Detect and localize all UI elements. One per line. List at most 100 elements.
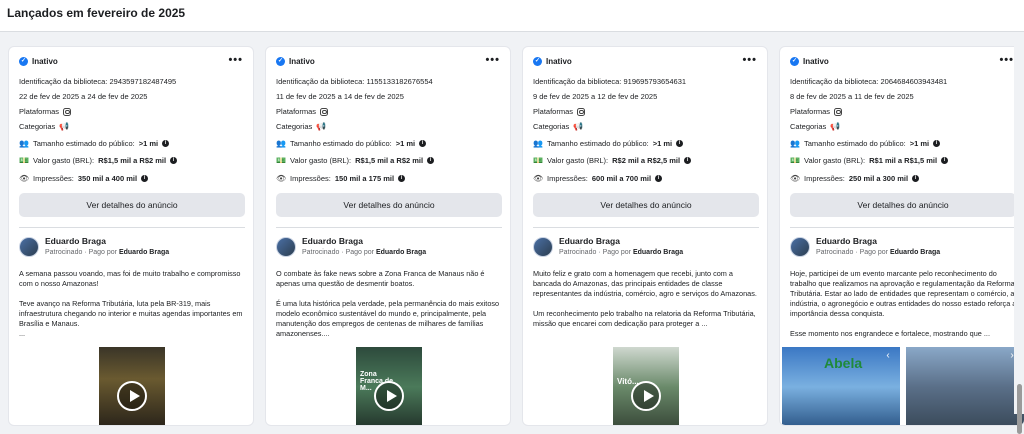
people-icon: 👥 bbox=[790, 139, 800, 148]
categories-row: Categorias 📢 bbox=[533, 122, 584, 131]
impressions-row: 👁 Impressões: 250 mil a 300 mil i bbox=[790, 174, 920, 183]
info-icon[interactable]: i bbox=[941, 157, 949, 164]
sponsored-line: Patrocinado · Pago por Eduardo Braga bbox=[816, 249, 941, 256]
ad-text: Muito feliz e grato com a homenagem que … bbox=[533, 269, 757, 328]
money-icon: 💵 bbox=[276, 156, 286, 165]
date-range: 9 de fev de 2025 a 12 de fev de 2025 bbox=[533, 92, 658, 101]
megaphone-icon: 📢 bbox=[573, 122, 584, 131]
ad-image[interactable]: › bbox=[906, 347, 1024, 425]
eye-icon: 👁 bbox=[276, 174, 287, 183]
people-icon: 👥 bbox=[533, 139, 543, 148]
instagram-icon bbox=[320, 107, 329, 116]
scrollbar[interactable] bbox=[1014, 32, 1024, 434]
library-id: Identificação da biblioteca: 11551331826… bbox=[276, 77, 433, 86]
megaphone-icon: 📢 bbox=[316, 122, 327, 131]
verified-check-icon: ✓ bbox=[790, 57, 799, 66]
instagram-icon bbox=[63, 107, 72, 116]
view-ad-details-button[interactable]: Ver detalhes do anúncio bbox=[533, 193, 759, 217]
audience-row: 👥 Tamanho estimado do público: >1 mi i bbox=[19, 139, 170, 148]
people-icon: 👥 bbox=[19, 139, 29, 148]
money-icon: 💵 bbox=[790, 156, 800, 165]
categories-row: Categorias 📢 bbox=[19, 122, 70, 131]
megaphone-icon: 📢 bbox=[59, 122, 70, 131]
info-icon[interactable]: i bbox=[912, 175, 920, 182]
instagram-icon bbox=[577, 107, 586, 116]
avatar[interactable] bbox=[19, 237, 39, 257]
info-icon[interactable]: i bbox=[684, 157, 692, 164]
ad-card: ✓ Inativo ••• Identificação da biblioteca… bbox=[779, 46, 1024, 426]
play-icon[interactable] bbox=[631, 381, 661, 411]
avatar[interactable] bbox=[533, 237, 553, 257]
view-ad-details-button[interactable]: Ver detalhes do anúncio bbox=[276, 193, 502, 217]
advertiser-name[interactable]: Eduardo Braga bbox=[559, 236, 620, 246]
info-icon[interactable]: i bbox=[162, 140, 170, 147]
scrollbar-thumb[interactable] bbox=[1017, 384, 1022, 434]
audience-row: 👥 Tamanho estimado do público: >1 mi i bbox=[790, 139, 941, 148]
audience-row: 👥 Tamanho estimado do público: >1 mi i bbox=[533, 139, 684, 148]
play-icon[interactable] bbox=[117, 381, 147, 411]
people-icon: 👥 bbox=[276, 139, 286, 148]
library-id: Identificação da biblioteca: 91969579365… bbox=[533, 77, 687, 86]
info-icon[interactable]: i bbox=[398, 175, 406, 182]
ad-text: O combate às fake news sobre a Zona Fran… bbox=[276, 269, 500, 338]
divider bbox=[19, 227, 245, 228]
money-icon: 💵 bbox=[19, 156, 29, 165]
more-options-icon[interactable]: ••• bbox=[742, 54, 757, 66]
info-icon[interactable]: i bbox=[419, 140, 427, 147]
info-icon[interactable]: i bbox=[676, 140, 684, 147]
ad-card-list: ✓ Inativo ••• Identificação da biblioteca… bbox=[8, 46, 1024, 426]
ad-card: ✓ Inativo ••• Identificação da biblioteca… bbox=[8, 46, 254, 426]
sponsored-line: Patrocinado · Pago por Eduardo Braga bbox=[302, 249, 427, 256]
info-icon[interactable]: i bbox=[427, 157, 435, 164]
impressions-row: 👁 Impressões: 600 mil a 700 mil i bbox=[533, 174, 663, 183]
ad-image[interactable]: Abela ‹ bbox=[782, 347, 900, 425]
verified-check-icon: ✓ bbox=[276, 57, 285, 66]
view-ad-details-button[interactable]: Ver detalhes do anúncio bbox=[790, 193, 1016, 217]
avatar[interactable] bbox=[276, 237, 296, 257]
library-id: Identificação da biblioteca: 20646846039… bbox=[790, 77, 948, 86]
divider bbox=[533, 227, 759, 228]
ad-text: Hoje, participei de um evento marcante p… bbox=[790, 269, 1017, 338]
image-overlay-text: Abela bbox=[824, 355, 863, 371]
more-options-icon[interactable]: ••• bbox=[999, 54, 1014, 66]
info-icon[interactable]: i bbox=[170, 157, 178, 164]
verified-check-icon: ✓ bbox=[19, 57, 28, 66]
impressions-row: 👁 Impressões: 150 mil a 175 mil i bbox=[276, 174, 406, 183]
info-icon[interactable]: i bbox=[933, 140, 941, 147]
advertiser-name[interactable]: Eduardo Braga bbox=[816, 236, 877, 246]
avatar[interactable] bbox=[790, 237, 810, 257]
advertiser-name[interactable]: Eduardo Braga bbox=[302, 236, 363, 246]
categories-row: Categorias 📢 bbox=[790, 122, 841, 131]
platforms-row: Plataformas bbox=[533, 107, 586, 116]
more-options-icon[interactable]: ••• bbox=[485, 54, 500, 66]
ad-video[interactable]: Vitó... bbox=[613, 347, 679, 425]
instagram-icon bbox=[834, 107, 843, 116]
sponsored-line: Patrocinado · Pago por Eduardo Braga bbox=[45, 249, 170, 256]
info-icon[interactable]: i bbox=[141, 175, 149, 182]
platforms-row: Plataformas bbox=[19, 107, 72, 116]
spend-row: 💵 Valor gasto (BRL): R$1,5 mil a R$2 mil i bbox=[19, 156, 178, 165]
date-range: 8 de fev de 2025 a 11 de fev de 2025 bbox=[790, 92, 914, 101]
money-icon: 💵 bbox=[533, 156, 543, 165]
play-icon[interactable] bbox=[374, 381, 404, 411]
eye-icon: 👁 bbox=[19, 174, 30, 183]
megaphone-icon: 📢 bbox=[830, 122, 841, 131]
eye-icon: 👁 bbox=[790, 174, 801, 183]
divider bbox=[276, 227, 502, 228]
verified-check-icon: ✓ bbox=[533, 57, 542, 66]
sponsored-line: Patrocinado · Pago por Eduardo Braga bbox=[559, 249, 684, 256]
platforms-row: Plataformas bbox=[790, 107, 843, 116]
date-range: 22 de fev de 2025 a 24 de fev de 2025 bbox=[19, 92, 148, 101]
advertiser-name[interactable]: Eduardo Braga bbox=[45, 236, 106, 246]
ad-video[interactable] bbox=[99, 347, 165, 425]
ad-video[interactable]: Zona Franca de M... bbox=[356, 347, 422, 425]
view-ad-details-button[interactable]: Ver detalhes do anúncio bbox=[19, 193, 245, 217]
page-title: Lançados em fevereiro de 2025 bbox=[7, 6, 186, 20]
info-icon[interactable]: i bbox=[655, 175, 663, 182]
ad-text: A semana passou voando, mas foi de muito… bbox=[19, 269, 243, 338]
carousel-next-icon[interactable]: ‹ bbox=[878, 349, 898, 363]
ad-card: ✓ Inativo ••• Identificação da biblioteca… bbox=[522, 46, 768, 426]
more-options-icon[interactable]: ••• bbox=[228, 54, 243, 66]
spend-row: 💵 Valor gasto (BRL): R$1,5 mil a R$2 mil i bbox=[276, 156, 435, 165]
ad-card: ✓ Inativo ••• Identificação da biblioteca… bbox=[265, 46, 511, 426]
